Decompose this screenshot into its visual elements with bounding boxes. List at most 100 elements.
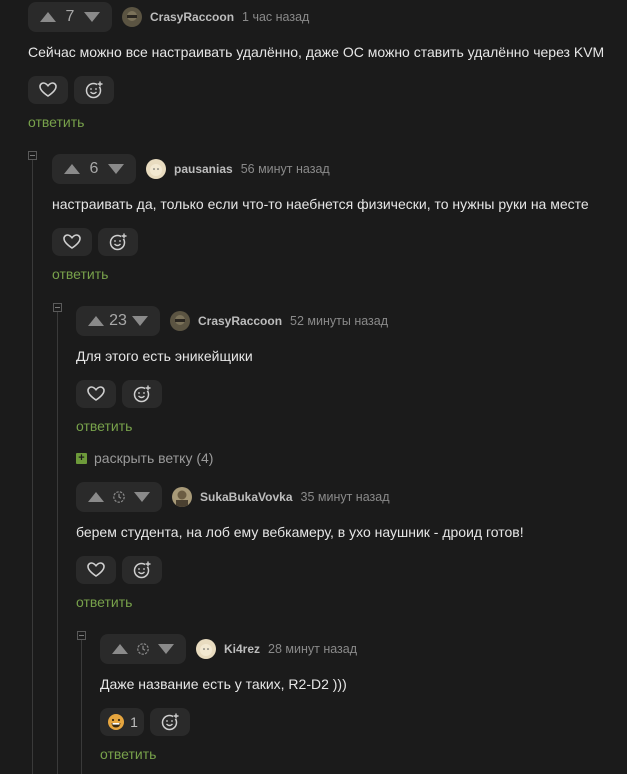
downvote-button[interactable]	[154, 634, 178, 664]
arrow-up-icon	[88, 492, 104, 502]
arrow-up-icon	[40, 12, 56, 22]
upvote-button[interactable]	[108, 634, 132, 664]
reply-link[interactable]: ответить	[76, 594, 132, 610]
avatar[interactable]	[196, 639, 216, 659]
rating-control: 23	[76, 306, 160, 336]
downvote-button[interactable]	[104, 154, 128, 184]
clock-icon	[132, 641, 154, 657]
comment-actions	[52, 228, 138, 256]
collapse-thread-button[interactable]	[77, 631, 86, 640]
like-button[interactable]	[28, 76, 68, 104]
avatar[interactable]	[172, 487, 192, 507]
expand-thread-button[interactable]: + раскрыть ветку (4)	[76, 450, 213, 466]
arrow-down-icon	[134, 492, 150, 502]
author-name[interactable]: CrasyRaccoon	[150, 10, 234, 24]
comment: 6 pausanias 56 минут назад настраивать д…	[52, 154, 627, 294]
add-emoji-icon	[109, 233, 127, 251]
author-name[interactable]: pausanias	[174, 162, 233, 176]
heart-icon	[87, 562, 105, 577]
comment-time[interactable]: 1 час назад	[242, 10, 309, 24]
upvote-button[interactable]	[84, 482, 108, 512]
thread-line	[57, 312, 58, 774]
add-reaction-button[interactable]	[122, 380, 162, 408]
arrow-up-icon	[64, 164, 80, 174]
reply-link[interactable]: ответить	[76, 418, 132, 434]
author-name[interactable]: SukaBukaVovka	[200, 490, 293, 504]
rating-value: 6	[89, 160, 99, 177]
comment-header: 7 CrasyRaccoon 1 час назад	[28, 2, 309, 32]
comment: Ki4rez 28 минут назад Даже название есть…	[100, 634, 627, 774]
heart-icon	[63, 234, 81, 249]
comment-text: берем студента, на лоб ему вебкамеру, в …	[76, 524, 524, 540]
comment-actions	[28, 76, 114, 104]
comment-actions: 1	[100, 708, 190, 736]
like-button[interactable]	[76, 380, 116, 408]
add-reaction-button[interactable]	[150, 708, 190, 736]
arrow-down-icon	[158, 644, 174, 654]
rating-control: 6	[52, 154, 136, 184]
comment-header: Ki4rez 28 минут назад	[100, 634, 357, 664]
comment-text: настраивать да, только если что-то наебн…	[52, 196, 589, 212]
add-reaction-button[interactable]	[122, 556, 162, 584]
comment-actions	[76, 380, 162, 408]
add-reaction-button[interactable]	[98, 228, 138, 256]
comment-text: Сейчас можно все настраивать удалённо, д…	[28, 44, 605, 60]
rating-control	[76, 482, 162, 512]
rating-control: 7	[28, 2, 112, 32]
arrow-down-icon	[108, 164, 124, 174]
upvote-button[interactable]	[60, 154, 84, 184]
comment-actions	[76, 556, 162, 584]
like-button[interactable]	[76, 556, 116, 584]
upvote-button[interactable]	[36, 2, 60, 32]
add-emoji-icon	[85, 81, 103, 99]
expand-thread-label: раскрыть ветку (4)	[94, 450, 214, 466]
arrow-down-icon	[84, 12, 100, 22]
comment-time[interactable]: 56 минут назад	[241, 162, 330, 176]
plus-icon: +	[76, 452, 87, 464]
like-button[interactable]	[52, 228, 92, 256]
comment-text: Даже название есть у таких, R2-D2 )))	[100, 676, 347, 692]
downvote-button[interactable]	[128, 306, 152, 336]
collapse-thread-button[interactable]	[28, 151, 37, 160]
downvote-button[interactable]	[130, 482, 154, 512]
author-name[interactable]: CrasyRaccoon	[198, 314, 282, 328]
grinning-face-icon	[108, 714, 125, 730]
arrow-up-icon	[112, 644, 128, 654]
comment-time[interactable]: 28 минут назад	[268, 642, 357, 656]
add-emoji-icon	[133, 561, 151, 579]
author-name[interactable]: Ki4rez	[224, 642, 260, 656]
avatar[interactable]	[170, 311, 190, 331]
heart-icon	[87, 386, 105, 401]
comment-time[interactable]: 35 минут назад	[301, 490, 390, 504]
thread-line	[81, 640, 82, 774]
add-emoji-icon	[161, 713, 179, 731]
comment: 23 CrasyRaccoon 52 минуты назад Для этог…	[76, 306, 627, 446]
comment-time[interactable]: 52 минуты назад	[290, 314, 388, 328]
collapse-thread-button[interactable]	[53, 303, 62, 312]
comment: 7 CrasyRaccoon 1 час назад Сейчас можно …	[28, 2, 627, 142]
avatar[interactable]	[146, 159, 166, 179]
comment-header: SukaBukaVovka 35 минут назад	[76, 482, 390, 512]
arrow-down-icon	[132, 316, 148, 326]
thread-line	[32, 160, 33, 774]
reply-link[interactable]: ответить	[52, 266, 108, 282]
clock-icon	[108, 489, 130, 505]
reply-link[interactable]: ответить	[100, 746, 156, 762]
avatar[interactable]	[122, 7, 142, 27]
heart-icon	[39, 82, 57, 97]
add-emoji-icon	[133, 385, 151, 403]
reply-link[interactable]: ответить	[28, 114, 84, 130]
reaction-button[interactable]: 1	[100, 708, 144, 736]
comment-header: 6 pausanias 56 минут назад	[52, 154, 330, 184]
rating-value: 7	[65, 8, 75, 25]
comment-header: 23 CrasyRaccoon 52 минуты назад	[76, 306, 388, 336]
rating-value: 23	[109, 312, 127, 329]
rating-control	[100, 634, 186, 664]
reaction-count: 1	[130, 714, 138, 730]
arrow-up-icon	[88, 316, 104, 326]
comment-text: Для этого есть эникейщики	[76, 348, 253, 364]
comment: SukaBukaVovka 35 минут назад берем студе…	[76, 482, 627, 622]
downvote-button[interactable]	[80, 2, 104, 32]
upvote-button[interactable]	[84, 306, 108, 336]
add-reaction-button[interactable]	[74, 76, 114, 104]
